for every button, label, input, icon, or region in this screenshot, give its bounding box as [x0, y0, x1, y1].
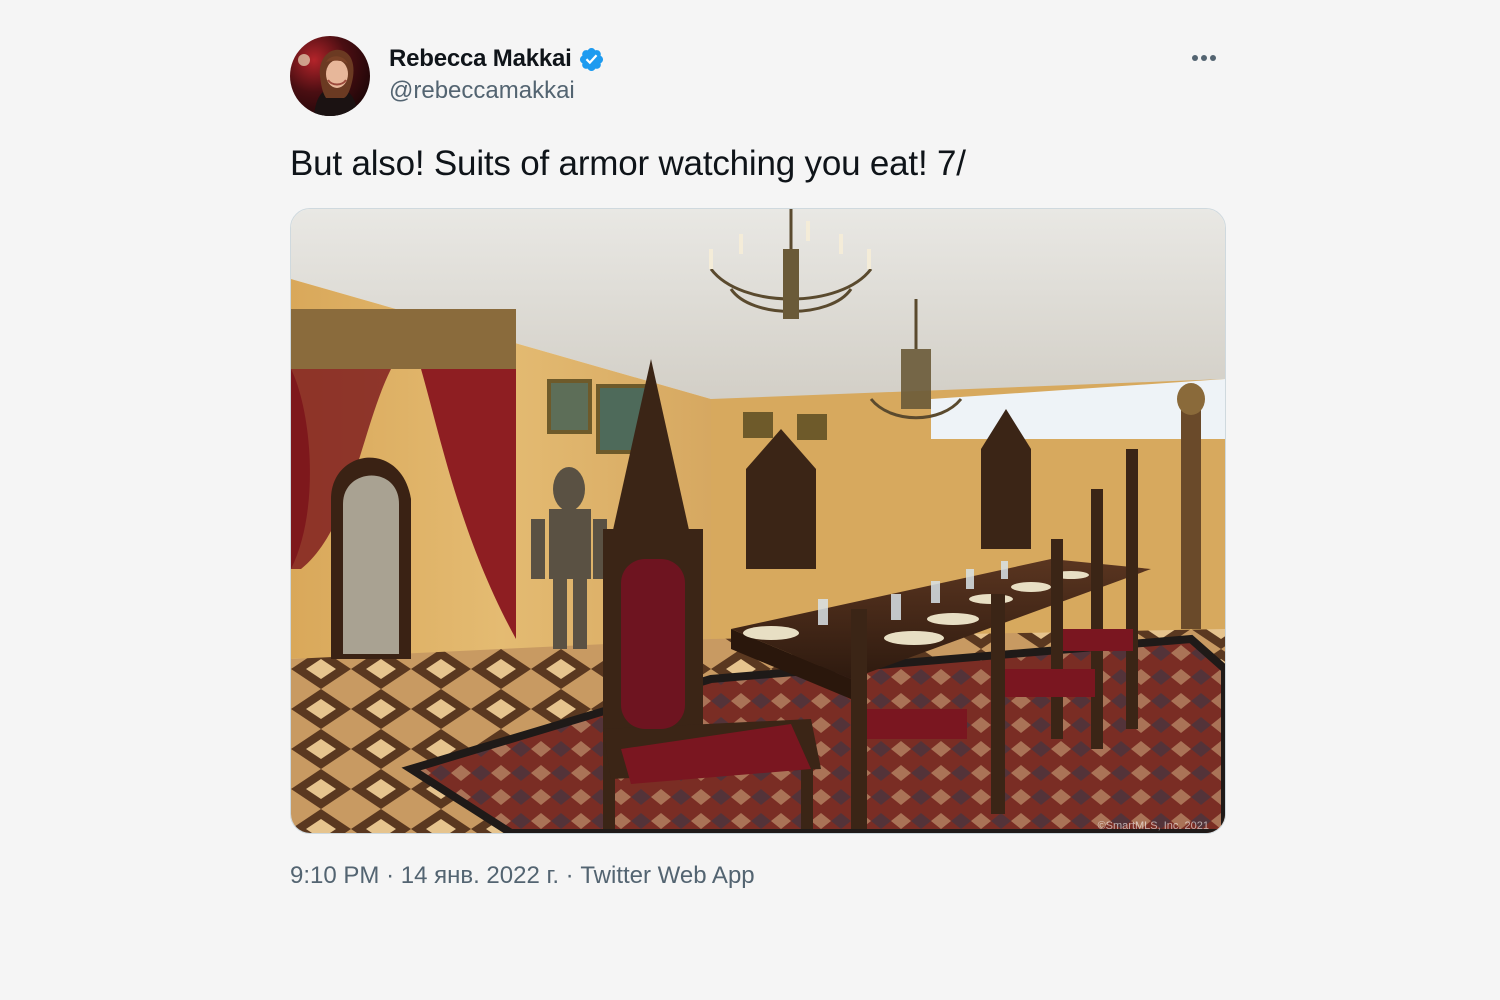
tweet-media-photo[interactable]: ©SmartMLS, Inc. 2021 — [290, 208, 1226, 834]
author-handle[interactable]: @rebeccamakkai — [389, 77, 605, 105]
tweet-date[interactable]: 14 янв. 2022 г. — [401, 862, 559, 889]
author-name-row: Rebecca Makkai — [389, 44, 605, 74]
tweet-time[interactable]: 9:10 PM — [290, 862, 379, 889]
meta-separator: · — [386, 862, 395, 889]
dining-room-photo: ©SmartMLS, Inc. 2021 — [291, 209, 1225, 833]
verified-badge-icon — [578, 46, 605, 73]
tweet-source[interactable]: Twitter Web App — [580, 862, 754, 889]
tweet-meta: 9:10 PM · 14 янв. 2022 г. · Twitter Web … — [290, 862, 755, 890]
photo-watermark: ©SmartMLS, Inc. 2021 — [1098, 820, 1209, 832]
meta-separator: · — [565, 862, 574, 889]
tweet-card: Rebecca Makkai @rebeccamakkai But also! … — [290, 36, 1226, 906]
more-options-icon — [1192, 55, 1216, 61]
tweet-text: But also! Suits of armor watching you ea… — [290, 144, 966, 183]
author-display-name[interactable]: Rebecca Makkai — [389, 45, 572, 73]
avatar[interactable] — [290, 36, 370, 116]
avatar-image — [290, 36, 370, 116]
more-options-button[interactable] — [1182, 44, 1226, 72]
author-info: Rebecca Makkai @rebeccamakkai — [389, 44, 605, 105]
